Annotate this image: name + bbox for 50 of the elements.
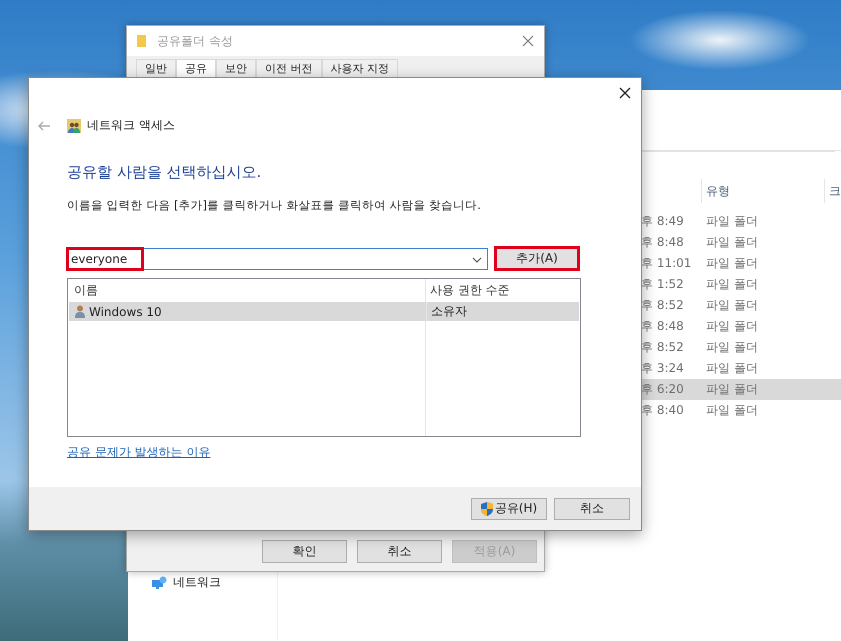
file-type: 파일 폴더 (705, 297, 759, 314)
add-button[interactable]: 추가(A) (494, 246, 580, 271)
file-type: 파일 폴더 (705, 402, 759, 419)
people-icon (67, 118, 81, 132)
file-type: 파일 폴더 (705, 276, 759, 293)
file-type: 파일 폴더 (705, 339, 759, 356)
name-combo-box[interactable]: everyone (67, 248, 488, 270)
modified-date: 후 8:48 (641, 234, 684, 251)
tab[interactable]: 이전 버전 (256, 59, 322, 78)
file-type: 파일 폴더 (705, 255, 759, 272)
close-icon[interactable] (619, 87, 631, 99)
tab[interactable]: 보안 (216, 59, 256, 78)
modified-date: 후 8:52 (641, 339, 684, 356)
file-type: 파일 폴더 (705, 234, 759, 251)
modified-date: 후 8:49 (641, 213, 684, 230)
modified-date: 후 6:20 (641, 381, 684, 398)
dialog-button[interactable]: 확인 (262, 540, 347, 563)
shield-icon (480, 502, 493, 516)
file-type: 파일 폴더 (705, 381, 759, 398)
file-type: 파일 폴더 (705, 213, 759, 230)
modified-date: 후 8:40 (641, 402, 684, 419)
permission-level: 소유자 (430, 303, 468, 320)
instruction-text: 이름을 입력한 다음 [추가]를 클릭하거나 화살표를 클릭하여 사람을 찾습니다. (67, 198, 482, 213)
column-header[interactable]: 사용 권한 수준 (426, 279, 580, 302)
dialog-button[interactable]: 취소 (357, 540, 442, 563)
chevron-down-icon[interactable] (472, 256, 482, 262)
modified-date: 후 8:52 (641, 297, 684, 314)
help-link[interactable]: 공유 문제가 발생하는 이유 (67, 444, 210, 461)
modified-date: 후 11:01 (641, 255, 692, 272)
file-type: 파일 폴더 (705, 318, 759, 335)
modified-date: 후 1:52 (641, 276, 684, 293)
column-header[interactable]: 유형 (701, 179, 824, 203)
user-icon (75, 305, 85, 318)
window-title: 공유폴더 속성 (157, 32, 234, 50)
file-type: 파일 폴더 (705, 360, 759, 377)
user-name: Windows 10 (89, 304, 162, 318)
folder-icon (137, 34, 147, 48)
modified-date: 후 3:24 (641, 360, 684, 377)
window-title: 네트워크 액세스 (87, 117, 175, 134)
tab[interactable]: 사용자 지정 (322, 59, 398, 78)
nav-item[interactable]: 네트워크 (151, 574, 277, 591)
tab[interactable]: 공유 (176, 59, 216, 78)
network-icon (151, 576, 167, 590)
user-row[interactable]: Windows 10 소유자 (69, 302, 579, 321)
tab[interactable]: 일반 (136, 59, 176, 78)
dialog-heading: 공유할 사람을 선택하십시오. (67, 163, 262, 182)
dialog-button[interactable]: 공유(H) (471, 498, 547, 520)
column-header[interactable]: 크 (824, 179, 841, 203)
modified-date: 후 8:48 (641, 318, 684, 335)
dialog-button[interactable]: 취소 (554, 498, 630, 520)
